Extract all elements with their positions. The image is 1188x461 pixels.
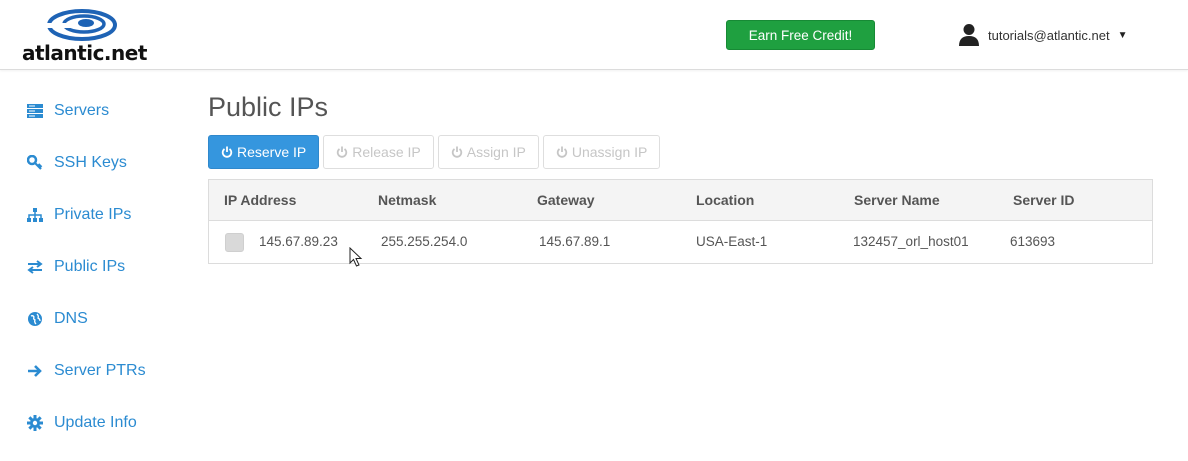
sidebar-item-label: Update Info xyxy=(54,414,137,431)
cell-location: USA-East-1 xyxy=(696,234,768,249)
user-icon xyxy=(959,24,979,46)
user-email: tutorials@atlantic.net xyxy=(988,27,1110,43)
cell-server-id: 613693 xyxy=(1010,234,1056,249)
column-header-server-id[interactable]: Server ID xyxy=(1013,192,1074,208)
top-header: atlantic.net Earn Free Credit! tutorials… xyxy=(0,0,1188,70)
sidebar-item-label: Public IPs xyxy=(54,258,126,275)
unassign-ip-button[interactable]: Unassign IP xyxy=(542,135,661,169)
cell-ip-address: 145.67.89.23 xyxy=(259,234,338,249)
cell-gateway: 145.67.89.1 xyxy=(539,234,611,249)
assign-ip-button[interactable]: Assign IP xyxy=(437,135,539,169)
globe-icon xyxy=(26,310,44,328)
sidebar-item-public-ips[interactable]: Public IPs xyxy=(26,254,125,280)
column-header-location[interactable]: Location xyxy=(696,192,754,208)
sidebar-item-label: Servers xyxy=(54,102,110,119)
sidebar-item-label: Private IPs xyxy=(54,206,132,223)
servers-icon xyxy=(26,102,44,120)
table-header: IP Address Netmask Gateway Location Serv… xyxy=(209,180,1152,221)
mouse-pointer-icon xyxy=(349,247,363,267)
sidebar-item-ssh-keys[interactable]: SSH Keys xyxy=(26,150,127,176)
exchange-icon xyxy=(26,258,44,276)
arrow-right-icon xyxy=(26,362,44,380)
column-header-server-name[interactable]: Server Name xyxy=(854,192,940,208)
sidebar-item-label: DNS xyxy=(54,310,88,327)
earn-free-credit-button[interactable]: Earn Free Credit! xyxy=(726,20,875,50)
ip-toolbar: Reserve IP Release IP Assign IP Unassign… xyxy=(208,135,661,169)
power-icon xyxy=(451,146,462,158)
column-header-gateway[interactable]: Gateway xyxy=(537,192,595,208)
reserve-ip-label: Reserve IP xyxy=(237,144,307,160)
gear-icon xyxy=(26,414,44,432)
atlantic-net-logo[interactable]: atlantic.net xyxy=(22,8,147,65)
reserve-ip-button[interactable]: Reserve IP xyxy=(208,135,320,169)
unassign-ip-label: Unassign IP xyxy=(571,144,648,160)
column-header-ip-address[interactable]: IP Address xyxy=(224,192,296,208)
key-icon xyxy=(26,154,44,172)
sidebar-item-dns[interactable]: DNS xyxy=(26,306,88,332)
sitemap-icon xyxy=(26,206,44,224)
sidebar-item-servers[interactable]: Servers xyxy=(26,98,109,124)
cell-server-name: 132457_orl_host01 xyxy=(853,234,969,249)
sidebar-item-label: SSH Keys xyxy=(54,154,127,171)
power-icon xyxy=(221,146,233,158)
assign-ip-label: Assign IP xyxy=(466,144,526,160)
release-ip-button[interactable]: Release IP xyxy=(323,135,434,169)
sidebar-item-label: Server PTRs xyxy=(54,362,146,379)
column-header-netmask[interactable]: Netmask xyxy=(378,192,436,208)
page-title: Public IPs xyxy=(208,92,329,122)
sidebar-item-private-ips[interactable]: Private IPs xyxy=(26,202,131,228)
cell-netmask: 255.255.254.0 xyxy=(381,234,468,249)
power-icon xyxy=(556,146,568,158)
power-icon xyxy=(337,146,348,158)
logo-text: atlantic.net xyxy=(22,41,147,65)
sidebar-item-server-ptrs[interactable]: Server PTRs xyxy=(26,358,146,384)
release-ip-label: Release IP xyxy=(352,144,421,160)
logo-swirl-icon xyxy=(46,9,117,41)
user-menu[interactable]: tutorials@atlantic.net ▼ xyxy=(958,22,1128,48)
chevron-down-icon: ▼ xyxy=(1117,29,1128,41)
sidebar-item-update-info[interactable]: Update Info xyxy=(26,410,137,436)
row-checkbox[interactable] xyxy=(225,233,244,252)
